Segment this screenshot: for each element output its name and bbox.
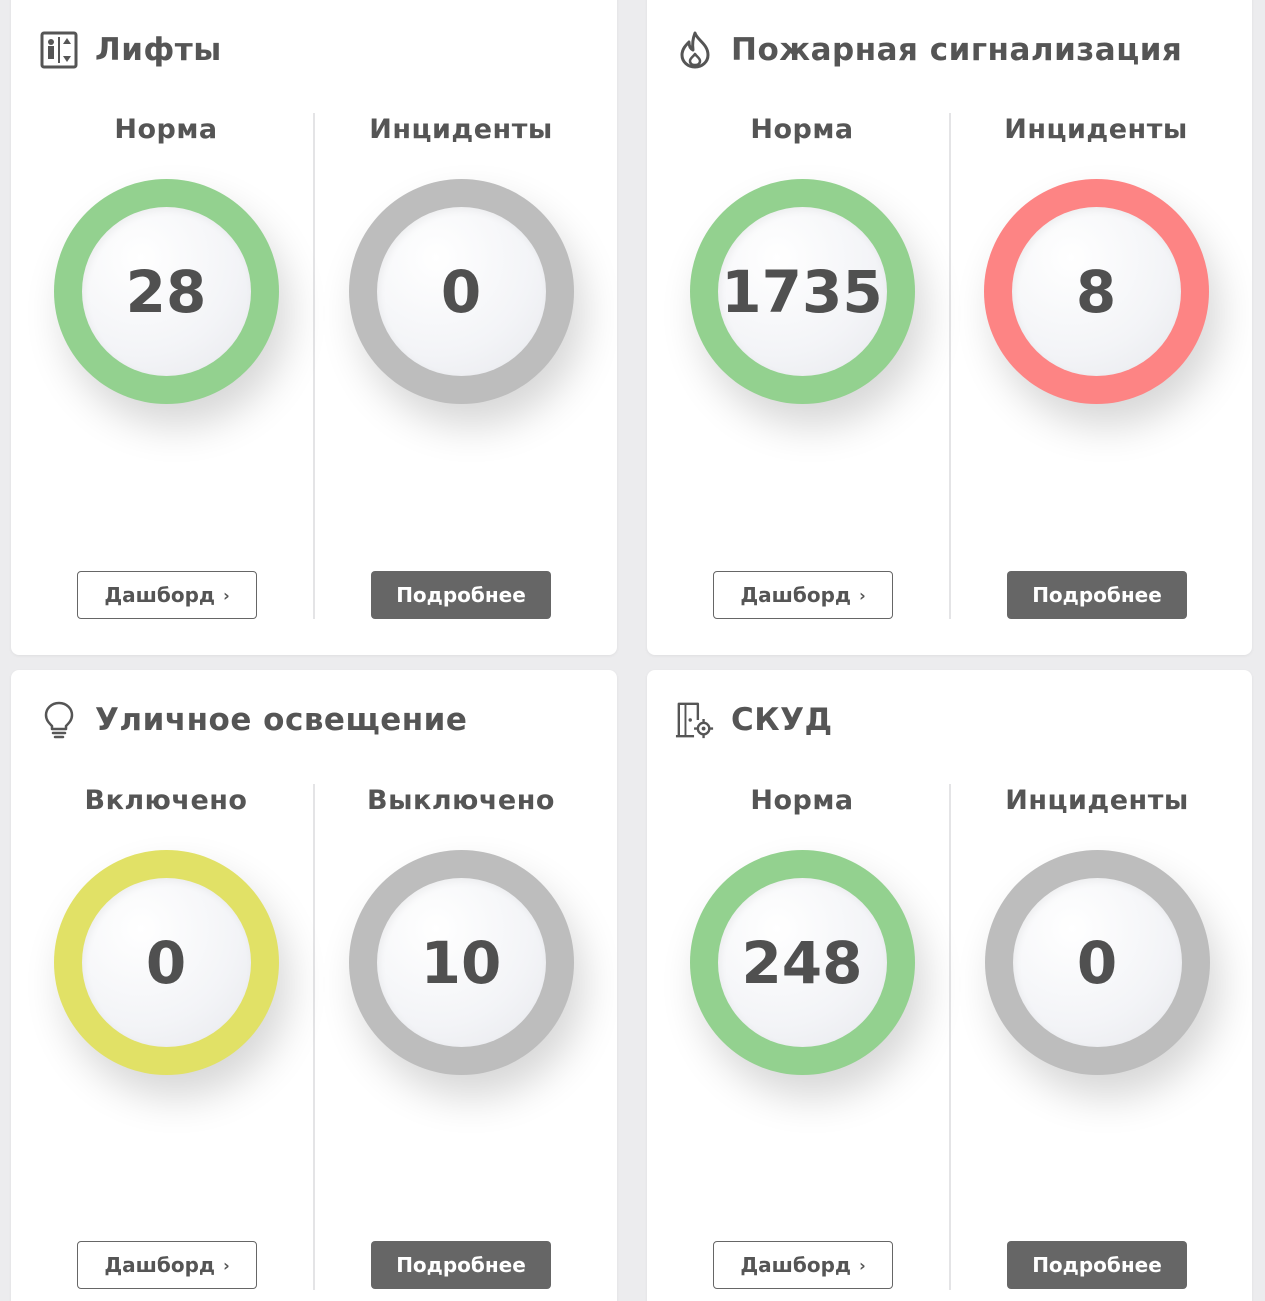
card-title: Лифты	[95, 32, 222, 68]
column-divider	[313, 784, 315, 1290]
stat-label: Норма	[114, 114, 218, 145]
stat-incidents: Инциденты 0	[977, 781, 1217, 1075]
stat-ring: 28	[53, 179, 279, 404]
details-button-label: Подробнее	[396, 1253, 526, 1277]
stat-normal: Норма 28	[46, 110, 286, 404]
stat-ring: 1735	[689, 179, 915, 404]
details-button[interactable]: Подробнее	[371, 571, 551, 619]
access-control-icon	[675, 700, 715, 740]
lightbulb-icon	[39, 700, 79, 740]
stat-ring: 248	[689, 850, 915, 1075]
stat-ring: 8	[983, 179, 1209, 404]
stat-ring: 0	[348, 179, 574, 404]
column-divider	[313, 113, 315, 619]
card-access-control: СКУД Норма 248 Инциденты 0 Дашборд › Под…	[647, 670, 1252, 1301]
stat-value: 8	[1075, 257, 1117, 326]
stat-value: 0	[145, 928, 187, 997]
dashboard-button[interactable]: Дашборд ›	[713, 571, 893, 619]
card-header: Уличное освещение	[39, 698, 467, 742]
stat-label: Инциденты	[369, 114, 553, 145]
stat-label: Инциденты	[1004, 114, 1188, 145]
elevator-icon	[39, 30, 79, 70]
card-elevators: Лифты Норма 28 Инциденты 0 Дашборд › Под…	[11, 0, 617, 655]
card-fire-alarm: Пожарная сигнализация Норма 1735 Инциден…	[647, 0, 1252, 655]
stat-ring: 0	[984, 850, 1210, 1075]
stat-ring: 0	[53, 850, 279, 1075]
stat-normal: Норма 1735	[682, 110, 922, 404]
stat-label: Инциденты	[1005, 785, 1189, 816]
dashboard-button-label: Дашборд	[740, 1253, 852, 1277]
details-button-label: Подробнее	[396, 583, 526, 607]
dashboard-button[interactable]: Дашборд ›	[77, 1241, 257, 1289]
stat-value: 0	[1076, 928, 1118, 997]
stat-label: Норма	[750, 785, 854, 816]
stat-value: 28	[125, 257, 207, 326]
details-button[interactable]: Подробнее	[371, 1241, 551, 1289]
fire-icon	[675, 30, 715, 70]
stat-incidents: Инциденты 8	[976, 110, 1216, 404]
stat-on: Включено 0	[46, 781, 286, 1075]
stat-value: 10	[420, 928, 502, 997]
dashboard-button-label: Дашборд	[104, 583, 216, 607]
stat-value: 0	[440, 257, 482, 326]
dashboard-button[interactable]: Дашборд ›	[77, 571, 257, 619]
chevron-right-icon: ›	[223, 585, 230, 605]
card-title: Пожарная сигнализация	[731, 32, 1183, 68]
card-header: СКУД	[675, 698, 833, 742]
stat-label: Выключено	[367, 785, 555, 816]
details-button[interactable]: Подробнее	[1007, 571, 1187, 619]
stat-value: 1735	[721, 257, 883, 326]
card-header: Пожарная сигнализация	[675, 28, 1182, 72]
stat-off: Выключено 10	[341, 781, 581, 1075]
details-button-label: Подробнее	[1032, 1253, 1162, 1277]
dashboard-button[interactable]: Дашборд ›	[713, 1241, 893, 1289]
card-title: Уличное освещение	[95, 702, 468, 738]
chevron-right-icon: ›	[223, 1255, 230, 1275]
stat-normal: Норма 248	[682, 781, 922, 1075]
details-button[interactable]: Подробнее	[1007, 1241, 1187, 1289]
chevron-right-icon: ›	[859, 585, 866, 605]
details-button-label: Подробнее	[1032, 583, 1162, 607]
stat-incidents: Инциденты 0	[341, 110, 581, 404]
card-header: Лифты	[39, 28, 222, 72]
stat-ring: 10	[348, 850, 574, 1075]
stat-label: Норма	[750, 114, 854, 145]
column-divider	[949, 113, 951, 619]
dashboard-button-label: Дашборд	[740, 583, 852, 607]
dashboard-button-label: Дашборд	[104, 1253, 216, 1277]
card-title: СКУД	[731, 702, 833, 738]
stat-value: 248	[741, 928, 863, 997]
stat-label: Включено	[84, 785, 248, 816]
chevron-right-icon: ›	[859, 1255, 866, 1275]
card-street-lighting: Уличное освещение Включено 0 Выключено 1…	[11, 670, 617, 1301]
column-divider	[949, 784, 951, 1290]
dashboard-grid: Лифты Норма 28 Инциденты 0 Дашборд › Под…	[0, 0, 1265, 1301]
